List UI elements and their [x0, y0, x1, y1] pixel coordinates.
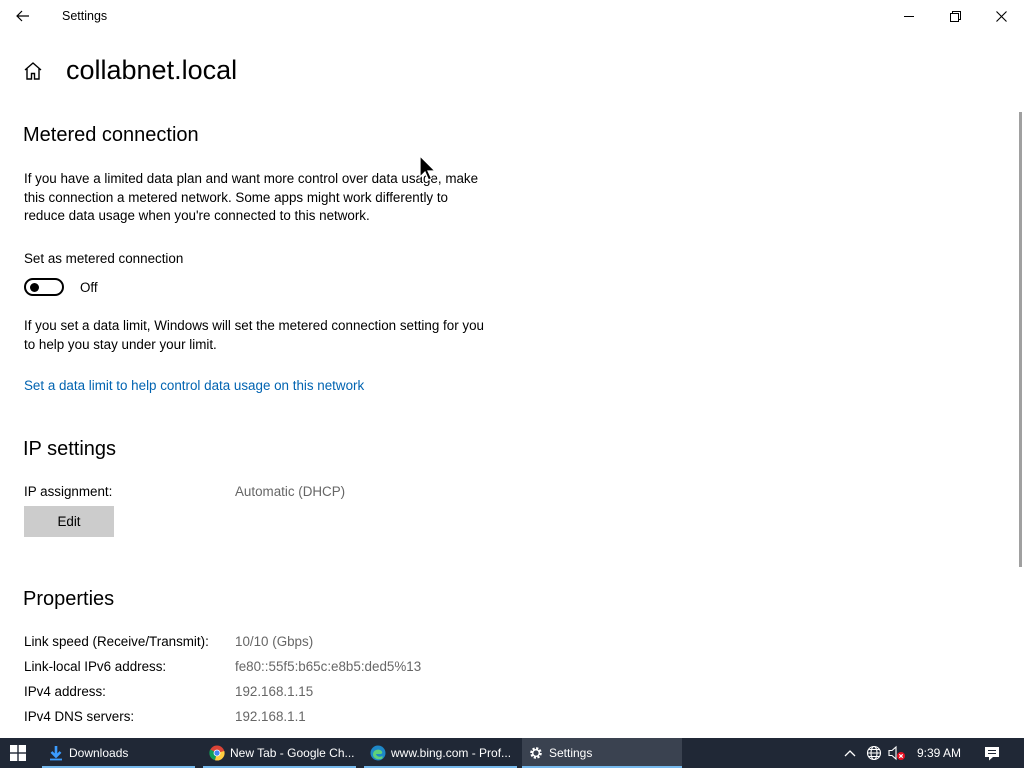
metered-description: If you have a limited data plan and want… — [24, 171, 479, 223]
toggle-knob — [30, 283, 39, 292]
set-data-limit-link[interactable]: Set a data limit to help control data us… — [24, 378, 364, 393]
page-title: collabnet.local — [66, 55, 238, 85]
action-center-button[interactable] — [980, 738, 1004, 768]
restore-button[interactable] — [932, 0, 978, 32]
notification-icon — [985, 746, 999, 760]
start-button[interactable] — [0, 738, 36, 768]
taskbar-item-label: www.bing.com - Prof... — [391, 746, 512, 760]
globe-network-icon — [866, 745, 882, 761]
metered-connection-heading: Metered connection — [23, 124, 199, 146]
minimize-icon — [903, 15, 914, 17]
property-value: 192.168.1.1 — [235, 709, 306, 724]
restore-icon — [949, 10, 961, 22]
metered-toggle-state: Off — [80, 280, 98, 295]
taskbar-item-edge[interactable]: www.bing.com - Prof... — [364, 738, 517, 768]
taskbar-item-label: Downloads — [69, 746, 129, 760]
taskbar-item-label: New Tab - Google Ch... — [230, 746, 355, 760]
windows-logo-icon — [10, 745, 26, 761]
property-label: Link-local IPv6 address: — [24, 659, 167, 674]
property-label: IPv4 address: — [24, 684, 106, 699]
property-label: IPv4 DNS servers: — [24, 709, 135, 724]
back-arrow-icon — [16, 10, 29, 22]
property-value: fe80::55f5:b65c:e8b5:ded5%13 — [235, 659, 422, 674]
edge-icon — [370, 745, 386, 761]
show-hidden-icons-button[interactable] — [840, 738, 860, 768]
data-limit-note: If you set a data limit, Windows will se… — [24, 318, 484, 352]
ip-assignment-value: Automatic (DHCP) — [235, 484, 346, 499]
metered-toggle[interactable] — [24, 278, 64, 296]
taskbar-item-settings[interactable]: Settings — [522, 738, 682, 768]
property-value: 192.168.1.15 — [235, 684, 314, 699]
volume-muted-icon — [888, 745, 905, 761]
ip-assignment-label: IP assignment: — [24, 484, 113, 499]
back-button[interactable] — [0, 0, 46, 32]
mouse-cursor-icon — [419, 155, 437, 181]
download-arrow-icon — [48, 745, 64, 761]
property-label: Link speed (Receive/Transmit): — [24, 634, 209, 649]
property-value: 10/10 (Gbps) — [235, 634, 314, 649]
properties-heading: Properties — [23, 588, 115, 610]
ip-settings-heading: IP settings — [23, 438, 117, 460]
taskbar-item-label: Settings — [549, 746, 593, 760]
metered-toggle-label: Set as metered connection — [24, 251, 184, 266]
title-bar: Settings — [0, 0, 1024, 32]
taskbar-item-downloads[interactable]: Downloads — [42, 738, 195, 768]
taskbar-item-chrome[interactable]: New Tab - Google Ch... — [203, 738, 356, 768]
close-button[interactable] — [978, 0, 1024, 32]
volume-tray-button[interactable] — [886, 738, 908, 768]
home-icon[interactable] — [22, 60, 46, 84]
scrollbar-thumb[interactable] — [1019, 112, 1022, 567]
chrome-icon — [209, 745, 225, 761]
gear-icon — [528, 745, 544, 761]
window-title: Settings — [62, 9, 108, 23]
network-tray-button[interactable] — [863, 738, 885, 768]
edit-ip-button[interactable]: Edit — [24, 506, 114, 537]
minimize-button[interactable] — [886, 0, 932, 32]
taskbar: Downloads New Tab - Google Ch... www.bin… — [0, 738, 1024, 768]
chevron-up-icon — [844, 750, 856, 757]
taskbar-clock[interactable]: 9:39 AM — [906, 738, 972, 768]
close-icon — [995, 10, 1007, 22]
